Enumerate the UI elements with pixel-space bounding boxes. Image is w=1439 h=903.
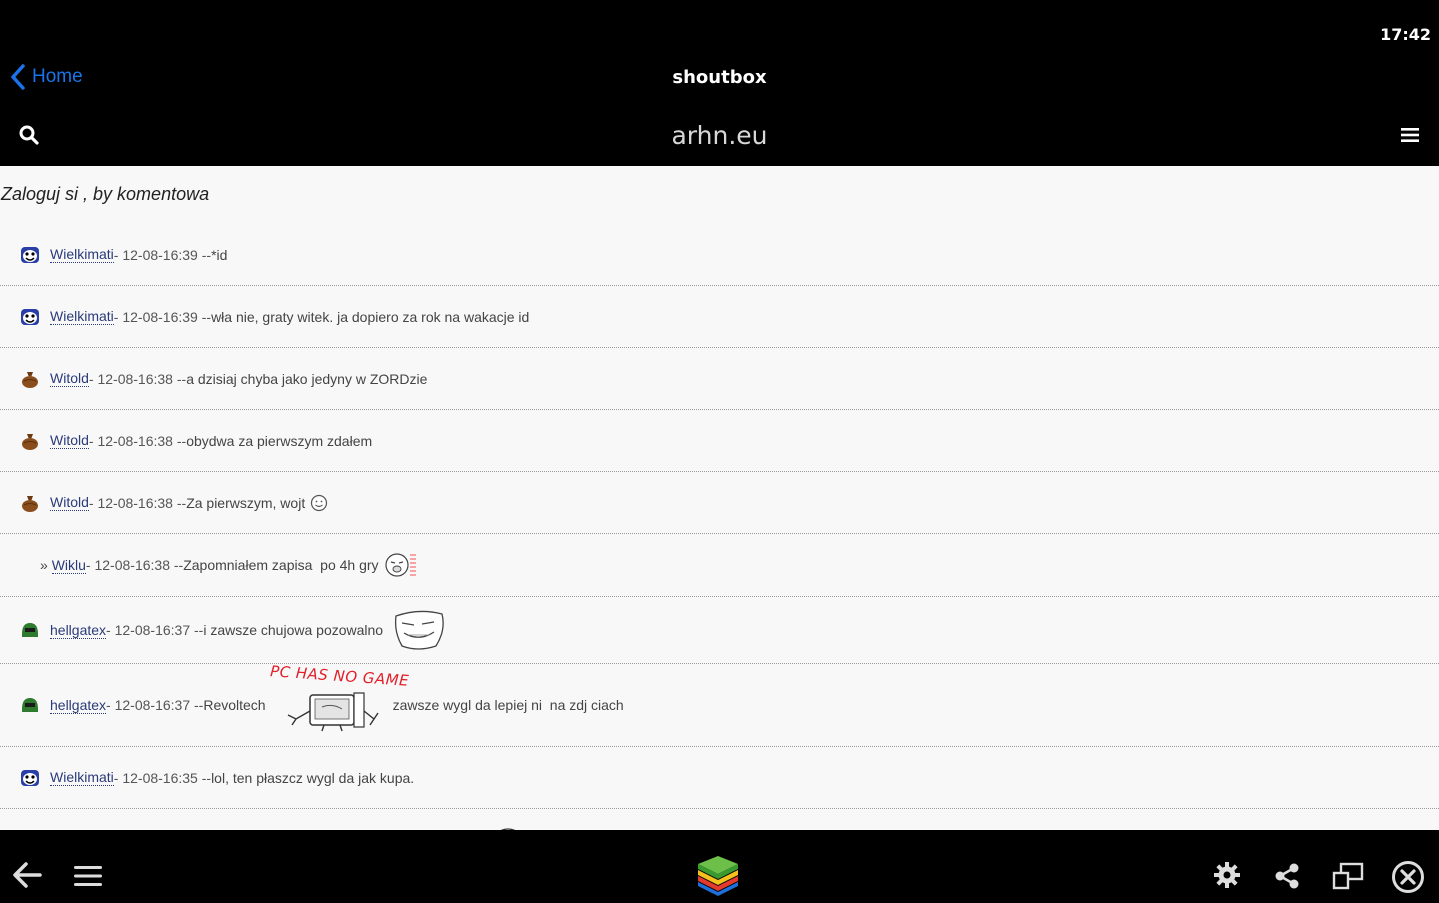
shout-username[interactable]: Wielkimati bbox=[50, 308, 114, 325]
shout-meta: - 12-08-16:39 -- bbox=[113, 246, 212, 263]
share-button[interactable] bbox=[1273, 862, 1301, 895]
shout-row: » Wiklu - 12-08-16:38 -- Zapomniałem zap… bbox=[0, 534, 1439, 597]
helmet-avatar-icon bbox=[22, 623, 38, 637]
bag-avatar-icon bbox=[22, 495, 38, 512]
back-nav-button[interactable] bbox=[12, 861, 44, 894]
bag-avatar-icon bbox=[22, 371, 38, 388]
site-header: arhn.eu bbox=[0, 104, 1439, 165]
menu-button[interactable] bbox=[1401, 127, 1419, 148]
shout-username[interactable]: Wielkimati bbox=[50, 246, 114, 263]
reply-marker: » bbox=[40, 557, 52, 573]
meme-caption: PC HAS NO GAME bbox=[269, 662, 410, 690]
shout-meta: - 12-08-16:38 -- bbox=[85, 557, 184, 573]
shout-meta: - 12-08-16:37 -- bbox=[106, 697, 204, 713]
settings-button[interactable] bbox=[1213, 861, 1241, 894]
rage-face-meme-icon bbox=[384, 553, 416, 577]
shout-row: Wielkimati - 12-08-16:39 -- *id bbox=[0, 224, 1439, 286]
menu-nav-button[interactable] bbox=[74, 865, 102, 892]
shout-text: *id bbox=[211, 246, 228, 263]
shout-username[interactable]: Wielkimati bbox=[50, 769, 114, 786]
shout-text: Za pierwszym, wojt bbox=[186, 494, 306, 511]
multi-window-icon bbox=[1332, 862, 1364, 890]
page-title: shoutbox bbox=[672, 67, 767, 88]
share-icon bbox=[1275, 863, 1299, 889]
login-prompt[interactable]: Zaloguj si , by komentowa bbox=[1, 184, 209, 205]
meme-image-partial bbox=[500, 828, 516, 830]
shout-text-continued: zawsze wygl da lepiej ni na zdj ciach bbox=[392, 697, 624, 713]
shout-row: Witold - 12-08-16:38 -- a dzisiaj chyba … bbox=[0, 348, 1439, 410]
site-title: arhn.eu bbox=[671, 121, 768, 150]
system-bottom-bar bbox=[0, 830, 1439, 899]
bag-avatar-icon bbox=[22, 433, 38, 450]
shout-username[interactable]: Wiklu bbox=[51, 557, 86, 574]
shout-meta: - 12-08-16:38 -- bbox=[88, 432, 187, 449]
shout-text: a dzisiaj chyba jako jedyny w ZORDzie bbox=[186, 370, 428, 387]
clock: 17:42 bbox=[1380, 25, 1431, 44]
shout-text: obydwa za pierwszym zdałem bbox=[186, 432, 373, 449]
ghost-avatar-icon bbox=[21, 769, 39, 786]
shout-username[interactable]: hellgatex bbox=[50, 622, 107, 639]
shout-row-partial bbox=[0, 809, 1439, 830]
shout-text: Zapomniałem zapisa po 4h gry bbox=[183, 557, 379, 573]
shout-text: lol, ten płaszcz wygl da jak kupa. bbox=[211, 769, 415, 786]
ghost-avatar-icon bbox=[21, 246, 39, 263]
shout-row: hellgatex - 12-08-16:37 -- i zawsze chuj… bbox=[0, 597, 1439, 664]
shout-text: Revoltech bbox=[203, 697, 266, 713]
hamburger-icon bbox=[74, 866, 102, 886]
close-circle-icon bbox=[1392, 861, 1424, 893]
shout-list: Wielkimati - 12-08-16:39 -- *id Wielkima… bbox=[0, 224, 1439, 830]
shoutbox-content[interactable]: Zaloguj si , by komentowa Wielkimati - 1… bbox=[0, 166, 1439, 830]
shout-username[interactable]: Witold bbox=[50, 432, 89, 449]
arrow-left-icon bbox=[13, 862, 42, 888]
shout-username[interactable]: hellgatex bbox=[50, 697, 107, 714]
bluestacks-logo-icon bbox=[698, 856, 738, 896]
gear-icon bbox=[1214, 862, 1240, 888]
hamburger-icon bbox=[1401, 128, 1419, 142]
screen-rotate-button[interactable] bbox=[1332, 862, 1364, 895]
shout-meta: - 12-08-16:38 -- bbox=[88, 370, 187, 387]
shout-text: wła nie, graty witek. ja dopiero za rok … bbox=[211, 308, 530, 325]
troll-face-meme-icon bbox=[395, 610, 444, 650]
bluestacks-home-button[interactable] bbox=[694, 854, 742, 903]
shout-meta: - 12-08-16:39 -- bbox=[113, 308, 212, 325]
shout-row: Witold - 12-08-16:38 -- obydwa za pierws… bbox=[0, 410, 1439, 472]
shout-row: Witold - 12-08-16:38 -- Za pierwszym, wo… bbox=[0, 472, 1439, 534]
close-button[interactable] bbox=[1391, 860, 1425, 899]
shout-username[interactable]: Witold bbox=[50, 494, 89, 511]
shout-meta: - 12-08-16:37 -- bbox=[106, 622, 204, 638]
pc-has-no-game-meme: PC HAS NO GAME bbox=[269, 662, 409, 737]
shout-meta: - 12-08-16:35 -- bbox=[113, 769, 212, 786]
nav-bar: Home shoutbox bbox=[0, 52, 1439, 104]
shout-row: Wielkimati - 12-08-16:35 -- lol, ten pła… bbox=[0, 747, 1439, 809]
shout-meta: - 12-08-16:38 -- bbox=[88, 494, 187, 511]
status-bar: 17:42 bbox=[0, 0, 1439, 52]
shout-row: Wielkimati - 12-08-16:39 -- wła nie, gra… bbox=[0, 286, 1439, 348]
helmet-avatar-icon bbox=[22, 698, 38, 712]
smiley-emoticon-icon bbox=[311, 494, 328, 511]
shout-text: i zawsze chujowa pozowalno bbox=[203, 622, 384, 638]
shout-row: hellgatex - 12-08-16:37 -- Revoltech PC … bbox=[0, 662, 1439, 747]
ghost-avatar-icon bbox=[21, 308, 39, 325]
shout-username[interactable]: Witold bbox=[50, 370, 89, 387]
